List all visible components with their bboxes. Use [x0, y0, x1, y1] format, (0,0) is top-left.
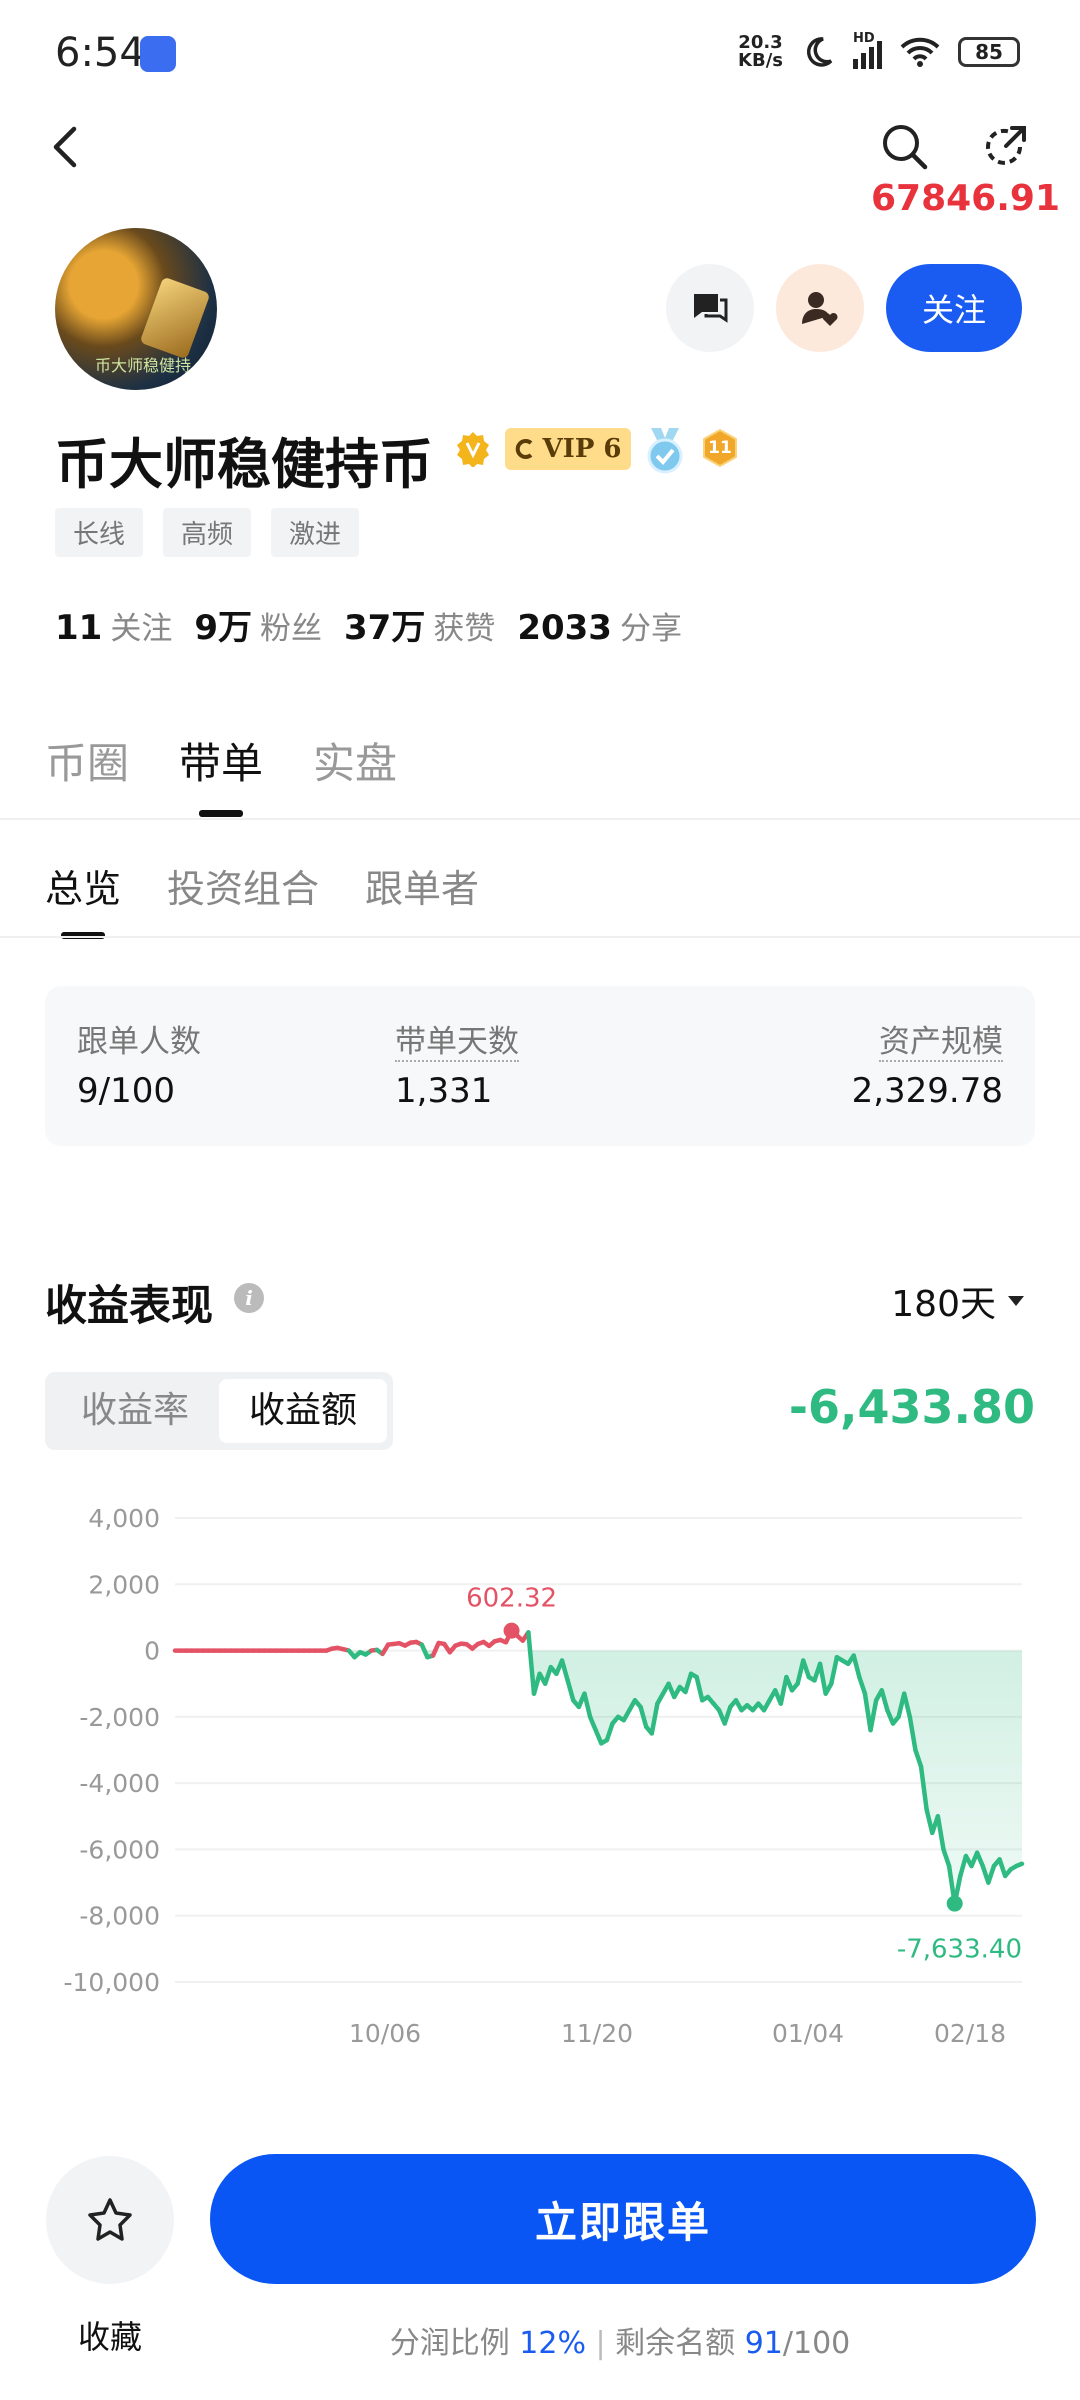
- medal-icon: [647, 428, 683, 474]
- primary-tabs: 币圈 带单 实盘: [45, 730, 397, 791]
- min-label: -7,633.40: [897, 1935, 1022, 1965]
- tab-live-account[interactable]: 实盘: [313, 730, 397, 791]
- total-pnl: -6,433.80: [788, 1380, 1035, 1434]
- net-speed: 20.3 KB/s: [738, 32, 783, 71]
- stat-following[interactable]: 11 关注: [55, 603, 172, 648]
- metric-toggle: 收益率 收益额: [45, 1372, 393, 1450]
- period-selector[interactable]: 180天: [891, 1275, 1024, 1327]
- performance-title: 收益表现: [45, 1281, 214, 1330]
- profile-stats: 11 关注 9万 粉丝 37万 获赞 2033 分享: [55, 600, 682, 649]
- max-label: 602.32: [466, 1584, 557, 1614]
- moon-icon: [806, 37, 833, 67]
- status-time: 6:54: [55, 30, 145, 76]
- divider: [0, 818, 1080, 820]
- message-button[interactable]: [666, 264, 754, 352]
- info-icon[interactable]: i: [234, 1283, 264, 1313]
- avatar-caption: 币大师稳健持: [95, 356, 192, 375]
- favorite-button[interactable]: [46, 2156, 174, 2284]
- y-tick-label: 0: [144, 1637, 160, 1666]
- chat-icon: [694, 294, 728, 323]
- follow-button[interactable]: 关注: [886, 264, 1022, 352]
- y-tick-label: 2,000: [88, 1570, 160, 1599]
- stat-fans[interactable]: 9万 粉丝: [194, 600, 322, 649]
- y-tick-label: -10,000: [64, 1968, 161, 1997]
- app-notification-icon: [140, 36, 176, 72]
- summary-card: 跟单人数 9/100 带单天数 1,331 资产规模 2,329.78: [45, 986, 1035, 1146]
- x-tick-label: 01/04: [772, 2019, 844, 2048]
- secondary-tabs: 总览 投资组合 跟单者: [45, 858, 479, 913]
- caret-down-icon: [1008, 1296, 1024, 1306]
- stat-likes[interactable]: 37万 获赞: [344, 600, 495, 649]
- vip-badge: VIP 6: [505, 428, 631, 470]
- series-segment: [1014, 1861, 1025, 1869]
- level-badge: 11: [700, 428, 740, 468]
- avatar[interactable]: 币大师稳健持: [55, 228, 217, 390]
- balance-amount: 67846.91: [870, 178, 1060, 219]
- asset-scale: 资产规模 2,329.78: [851, 1024, 1003, 1111]
- y-tick-label: -8,000: [79, 1902, 160, 1931]
- x-tick-label: 10/06: [349, 2019, 421, 2048]
- status-icons: 20.3 KB/s HD 85: [738, 31, 1020, 71]
- tag: 高频: [163, 508, 252, 557]
- cta-subtitle: 分润比例 12% | 剩余名额 91/100: [389, 2326, 851, 2361]
- x-tick-label: 11/20: [561, 2019, 633, 2048]
- lead-days: 带单天数 1,331: [395, 1024, 519, 1111]
- min-point: [946, 1895, 963, 1912]
- trader-name: 币大师稳健持币: [55, 433, 433, 496]
- y-tick-label: -4,000: [79, 1769, 160, 1798]
- vip-logo-icon: [516, 439, 533, 459]
- tab-crypto-circle[interactable]: 币圈: [45, 730, 129, 791]
- search-icon[interactable]: [880, 122, 930, 172]
- signal-icon: HD: [853, 31, 882, 69]
- tab-copiers[interactable]: 跟单者: [365, 858, 479, 913]
- back-arrow-icon[interactable]: [48, 125, 82, 169]
- segment-return-amount[interactable]: 收益额: [219, 1379, 387, 1443]
- tag: 长线: [55, 508, 144, 557]
- pnl-chart[interactable]: 4,000 2,000 0 -2,000 -4,000 -6,000 -8,000 -10,0…: [0, 1480, 1080, 2060]
- subscribe-user-button[interactable]: [776, 264, 864, 352]
- tab-portfolio[interactable]: 投资组合: [167, 858, 319, 913]
- tag-list: 长线 高频 激进: [55, 508, 360, 557]
- battery-indicator: 85: [958, 37, 1020, 67]
- tab-overview[interactable]: 总览: [45, 858, 121, 913]
- copiers-count: 跟单人数 9/100: [77, 1024, 201, 1111]
- loss-area: [175, 1650, 1022, 1904]
- y-tick-label: -6,000: [79, 1835, 160, 1864]
- segment-return-rate[interactable]: 收益率: [51, 1379, 219, 1443]
- user-heart-icon: [802, 292, 838, 326]
- divider: [0, 936, 1080, 938]
- tag: 激进: [271, 508, 360, 557]
- wifi-icon: [900, 37, 940, 67]
- copy-trade-button[interactable]: 立即跟单: [210, 2154, 1036, 2284]
- verified-badge-icon: [457, 432, 489, 467]
- tab-copy-trading[interactable]: 带单: [179, 730, 263, 791]
- stat-shares[interactable]: 2033 分享: [517, 603, 682, 648]
- share-icon[interactable]: [980, 122, 1030, 172]
- series-segment: [526, 1630, 537, 1696]
- x-tick-label: 02/18: [934, 2019, 1006, 2048]
- max-point: [503, 1622, 520, 1639]
- y-tick-label: 4,000: [88, 1504, 160, 1533]
- y-tick-label: -2,000: [79, 1703, 160, 1732]
- star-icon: [88, 2198, 132, 2241]
